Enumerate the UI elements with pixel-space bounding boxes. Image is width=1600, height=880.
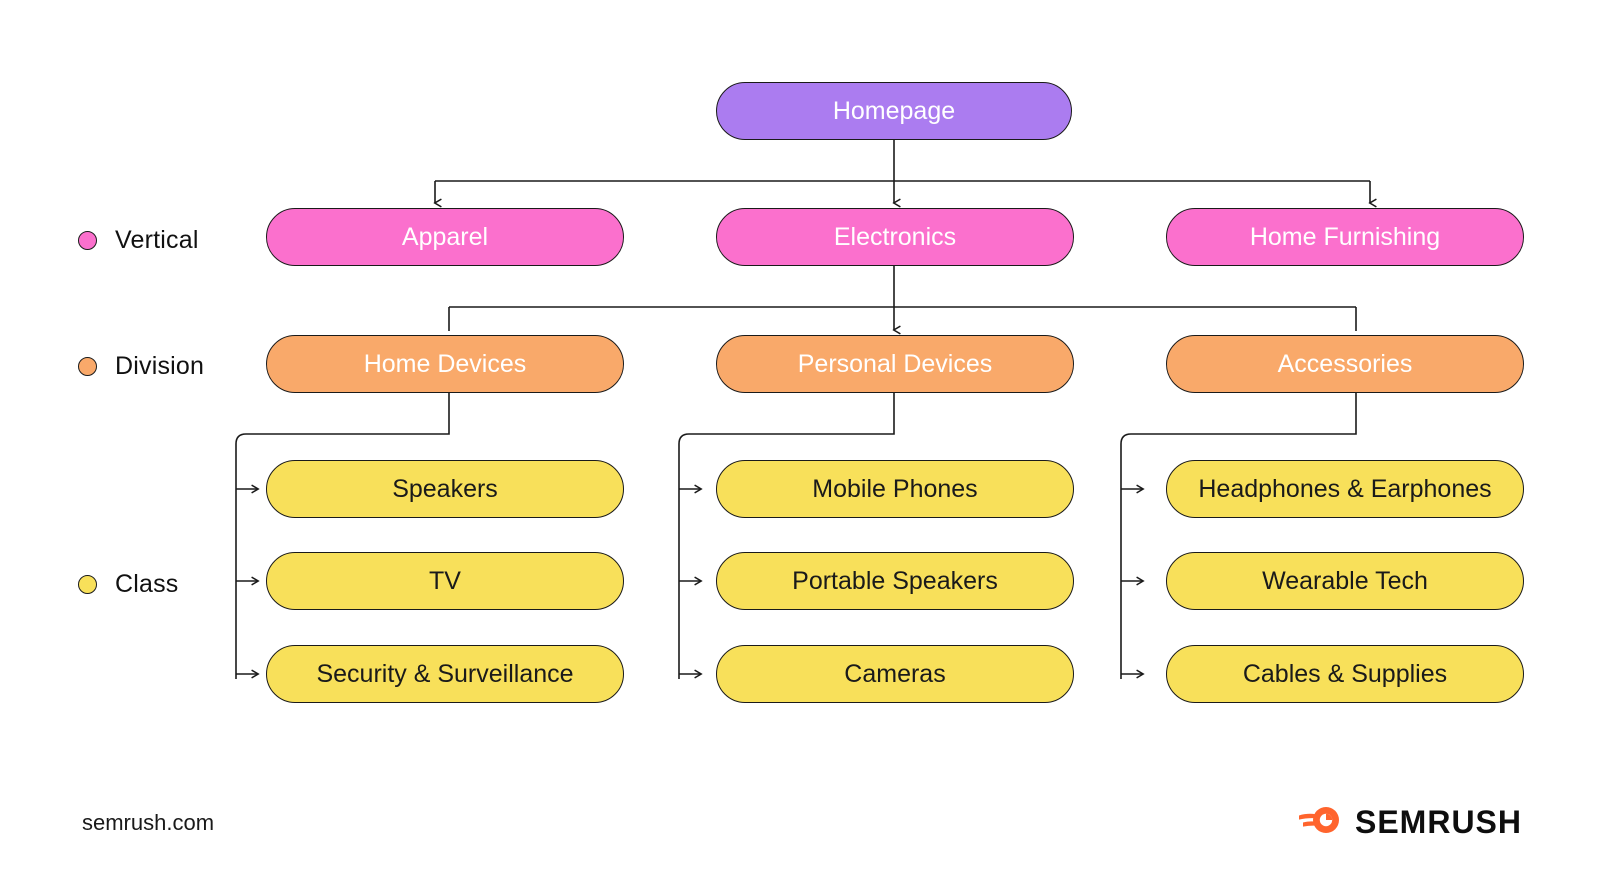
node-class-speakers[interactable]: Speakers — [266, 460, 624, 518]
footer-url: semrush.com — [82, 810, 215, 835]
semrush-wordmark: SEMRUSH — [1354, 804, 1522, 840]
legend-dot-division — [78, 357, 97, 376]
node-label: Mobile Phones — [812, 474, 978, 503]
node-label: Home Furnishing — [1249, 222, 1441, 251]
node-label: Security & Surveillance — [316, 659, 574, 688]
node-division-home-devices[interactable]: Home Devices — [266, 335, 624, 393]
legend-item-vertical: Vertical — [78, 226, 199, 255]
node-class-cables-supplies[interactable]: Cables & Supplies — [1166, 645, 1524, 703]
node-vertical-apparel[interactable]: Apparel — [266, 208, 624, 266]
node-class-portable-speakers[interactable]: Portable Speakers — [716, 552, 1074, 610]
node-label: Wearable Tech — [1262, 566, 1428, 595]
node-label: Apparel — [401, 222, 489, 251]
semrush-brand: SEMRUSH — [1297, 803, 1522, 842]
node-label: Headphones & Earphones — [1198, 474, 1492, 503]
node-label: Cables & Supplies — [1242, 659, 1448, 688]
legend-item-division: Division — [78, 352, 204, 381]
node-label: Accessories — [1277, 349, 1413, 378]
node-label: Speakers — [392, 474, 498, 503]
node-vertical-electronics[interactable]: Electronics — [716, 208, 1074, 266]
node-class-wearable-tech[interactable]: Wearable Tech — [1166, 552, 1524, 610]
node-class-security-surveillance[interactable]: Security & Surveillance — [266, 645, 624, 703]
legend-item-class: Class — [78, 570, 179, 599]
node-class-mobile-phones[interactable]: Mobile Phones — [716, 460, 1074, 518]
legend-dot-class — [78, 575, 97, 594]
node-label: Homepage — [832, 96, 956, 125]
node-label: Home Devices — [363, 349, 527, 378]
node-homepage[interactable]: Homepage — [716, 82, 1072, 140]
node-class-cameras[interactable]: Cameras — [716, 645, 1074, 703]
semrush-logo-icon — [1297, 803, 1343, 842]
node-label: Portable Speakers — [792, 566, 998, 595]
legend-label-vertical: Vertical — [115, 226, 199, 254]
legend-label-division: Division — [115, 352, 205, 380]
node-class-tv[interactable]: TV — [266, 552, 624, 610]
node-label: TV — [429, 566, 461, 595]
node-label: Personal Devices — [797, 349, 993, 378]
node-label: Cameras — [844, 659, 946, 688]
node-class-headphones-earphones[interactable]: Headphones & Earphones — [1166, 460, 1524, 518]
node-division-accessories[interactable]: Accessories — [1166, 335, 1524, 393]
node-label: Electronics — [833, 222, 957, 251]
diagram-canvas: Vertical Division Class Homepage Apparel… — [0, 0, 1600, 880]
legend-dot-vertical — [78, 231, 97, 250]
node-division-personal-devices[interactable]: Personal Devices — [716, 335, 1074, 393]
legend-label-class: Class — [115, 570, 179, 598]
node-vertical-home-furnishing[interactable]: Home Furnishing — [1166, 208, 1524, 266]
